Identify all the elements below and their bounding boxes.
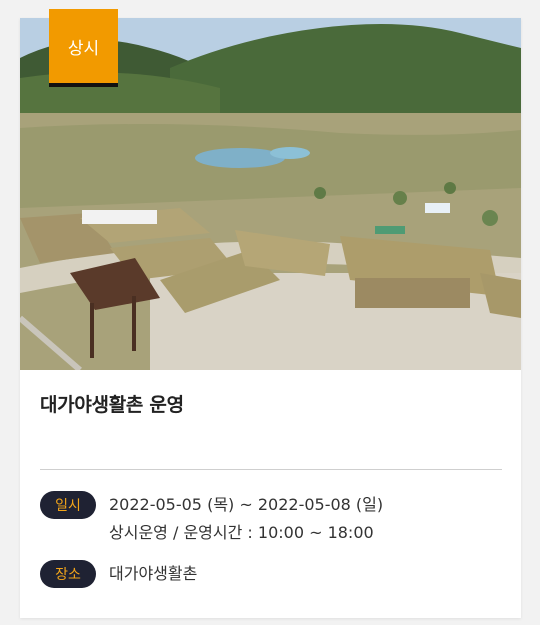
status-badge: 상시: [49, 9, 118, 87]
place-info: 대가야생활촌: [109, 560, 197, 588]
event-card[interactable]: 상시 대가야생활촌 운영 일시 2022-05-05 (목) ~ 2022-05…: [20, 9, 521, 618]
schedule-date-range: 2022-05-05 (목) ~ 2022-05-08 (일): [109, 495, 384, 514]
divider: [40, 469, 502, 470]
schedule-label-pill: 일시: [40, 491, 96, 519]
place-label-pill: 장소: [40, 560, 96, 588]
schedule-row: 일시 2022-05-05 (목) ~ 2022-05-08 (일) 상시운영 …: [40, 491, 383, 547]
event-title[interactable]: 대가야생활촌 운영: [40, 390, 184, 417]
place-value: 대가야생활촌: [109, 564, 198, 583]
schedule-hours: 상시운영 / 운영시간 : 10:00 ~ 18:00: [109, 523, 374, 542]
schedule-info: 2022-05-05 (목) ~ 2022-05-08 (일) 상시운영 / 운…: [109, 491, 383, 547]
place-row: 장소 대가야생활촌: [40, 560, 197, 588]
